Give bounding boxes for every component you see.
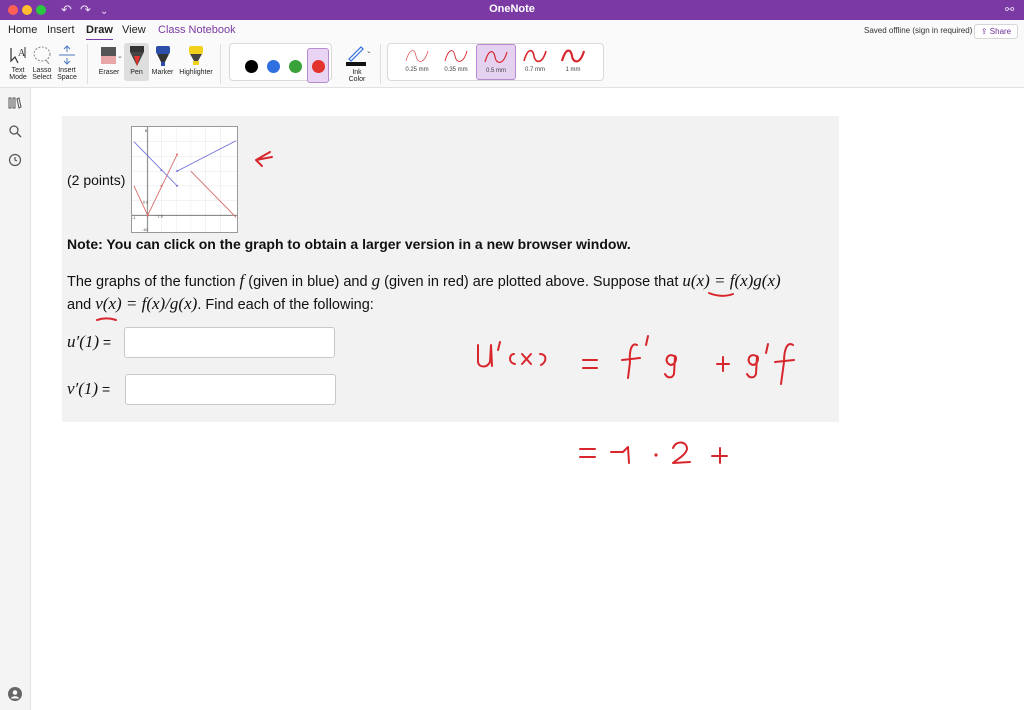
notebooks-icon[interactable] — [8, 96, 22, 110]
eraser-dropdown-icon[interactable]: ⌄ — [117, 52, 123, 60]
thickness-label: 0.7 mm — [524, 67, 545, 73]
insert-space-button[interactable]: Insert Space — [55, 45, 79, 81]
ribbon-divider — [220, 44, 221, 84]
link-icon[interactable]: ⚯ — [1005, 2, 1014, 18]
tab-view[interactable]: View — [122, 24, 146, 36]
text-mode-button[interactable]: A Text Mode — [6, 45, 30, 81]
v-prime-math: v′(1) — [67, 379, 99, 398]
lasso-select-button[interactable]: Lasso Select — [30, 45, 54, 81]
u-prime-label: u′(1) = — [67, 332, 111, 352]
thickness-1[interactable]: 1 mm — [553, 44, 593, 80]
thickness-07[interactable]: 0.7 mm — [515, 44, 555, 80]
math-g: g — [371, 271, 381, 290]
v-prime-label: v′(1) = — [67, 379, 110, 399]
lasso-label-1: Lasso — [32, 67, 52, 74]
equals-sign: = — [98, 381, 111, 397]
svg-text:-1: -1 — [132, 215, 135, 220]
stroke-preview-icon — [444, 50, 468, 62]
ink-color-button[interactable]: ⌄ Ink Color — [340, 45, 374, 83]
stroke-preview-icon — [405, 50, 429, 62]
thickness-palette: 0.25 mm 0.35 mm 0.5 mm 0.7 mm 1 mm — [387, 43, 604, 81]
svg-text:-10: -10 — [142, 227, 148, 232]
insert-space-label-1: Insert — [58, 67, 76, 74]
text-mode-label-1: Text — [11, 67, 25, 74]
tab-draw[interactable]: Draw — [86, 24, 113, 41]
stroke-preview-icon — [484, 51, 508, 63]
pen-icon — [129, 46, 144, 66]
highlighter-icon — [189, 46, 203, 65]
v-prime-answer-input[interactable] — [125, 374, 336, 405]
points-label: (2 points) — [67, 172, 126, 188]
svg-text:8: 8 — [145, 128, 147, 133]
stroke-preview-icon — [560, 49, 586, 63]
thickness-label: 0.35 mm — [444, 67, 468, 73]
search-icon[interactable] — [8, 124, 22, 138]
function-graph-image[interactable]: 0.9 1.6 -1 -10 8 — [131, 126, 238, 233]
draw-ribbon: A Text Mode Lasso Select Insert Space Er… — [0, 40, 1024, 88]
color-swatch-blue[interactable] — [267, 60, 280, 73]
title-bar: ↶ ↷ ⌄ OneNote ⚯ — [0, 0, 1024, 20]
share-button[interactable]: ⇪ Share — [974, 24, 1018, 39]
tab-home[interactable]: Home — [8, 24, 37, 36]
color-swatch-green[interactable] — [289, 60, 302, 73]
statement-text: and — [67, 297, 96, 313]
insert-space-icon — [59, 45, 75, 65]
math-u-definition: u(x) = f(x)g(x) — [682, 271, 781, 290]
lasso-icon — [33, 46, 51, 65]
u-prime-math: u′(1) — [67, 332, 100, 351]
share-icon: ⇪ — [980, 27, 988, 36]
u-prime-answer-input[interactable] — [124, 327, 335, 358]
sync-status: Saved offline (sign in required) — [864, 26, 973, 35]
left-sidebar — [0, 88, 31, 710]
window-title: OneNote — [489, 3, 535, 15]
problem-statement: The graphs of the function f (given in b… — [67, 270, 832, 316]
highlighter-label: Highlighter — [179, 69, 213, 76]
ink-color-label-1: Ink — [352, 69, 362, 76]
statement-text: . Find each of the following: — [197, 297, 374, 313]
lasso-label-2: Select — [32, 74, 52, 81]
ink-color-label-2: Color — [348, 76, 366, 83]
share-label: Share — [989, 27, 1012, 36]
stroke-preview-icon — [523, 49, 547, 63]
text-mode-label-2: Mode — [9, 74, 27, 81]
ribbon-tabs: Home Insert Draw View Class Notebook Sav… — [0, 20, 1024, 41]
account-avatar-icon[interactable] — [8, 687, 22, 701]
math-v-definition: v(x) = f(x)/g(x) — [95, 294, 198, 313]
marker-icon — [155, 46, 170, 66]
highlighter-button[interactable]: Highlighter — [177, 45, 215, 76]
statement-text: The graphs of the function — [67, 274, 240, 290]
color-palette — [229, 43, 332, 83]
marker-label: Marker — [151, 69, 174, 76]
insert-space-label-2: Space — [57, 74, 77, 81]
thickness-label: 1 mm — [565, 67, 581, 73]
svg-text:0.9: 0.9 — [143, 200, 148, 205]
svg-text:1.6: 1.6 — [158, 213, 163, 218]
marker-button[interactable]: Marker — [150, 45, 175, 76]
thickness-025[interactable]: 0.25 mm — [397, 44, 437, 80]
statement-text: (given in blue) and — [244, 274, 372, 290]
recent-clock-icon[interactable] — [8, 153, 22, 167]
ribbon-divider — [87, 44, 88, 84]
color-swatch-black[interactable] — [245, 60, 258, 73]
thickness-05[interactable]: 0.5 mm — [476, 44, 516, 80]
note-text: Note: You can click on the graph to obta… — [67, 236, 631, 252]
statement-text: (given in red) are plotted above. Suppos… — [380, 274, 683, 290]
text-mode-icon: A — [10, 47, 26, 64]
ink-color-icon: ⌄ — [346, 46, 370, 66]
eraser-label: Eraser — [98, 69, 120, 76]
onenote-window: ↶ ↷ ⌄ OneNote ⚯ Home Insert Draw View Cl… — [0, 0, 1024, 710]
tab-class-notebook[interactable]: Class Notebook — [158, 24, 236, 36]
pen-label: Pen — [130, 69, 143, 76]
color-swatch-red[interactable] — [312, 60, 325, 73]
eraser-button[interactable]: Eraser — [94, 45, 124, 76]
thickness-label: 0.5 mm — [485, 68, 506, 74]
thickness-label: 0.25 mm — [405, 67, 429, 73]
tab-insert[interactable]: Insert — [47, 24, 75, 36]
pen-button[interactable]: Pen — [124, 43, 149, 81]
ribbon-divider — [380, 44, 381, 84]
thickness-035[interactable]: 0.35 mm — [436, 44, 476, 80]
svg-text:⌄: ⌄ — [366, 48, 370, 55]
equals-sign: = — [99, 334, 112, 350]
